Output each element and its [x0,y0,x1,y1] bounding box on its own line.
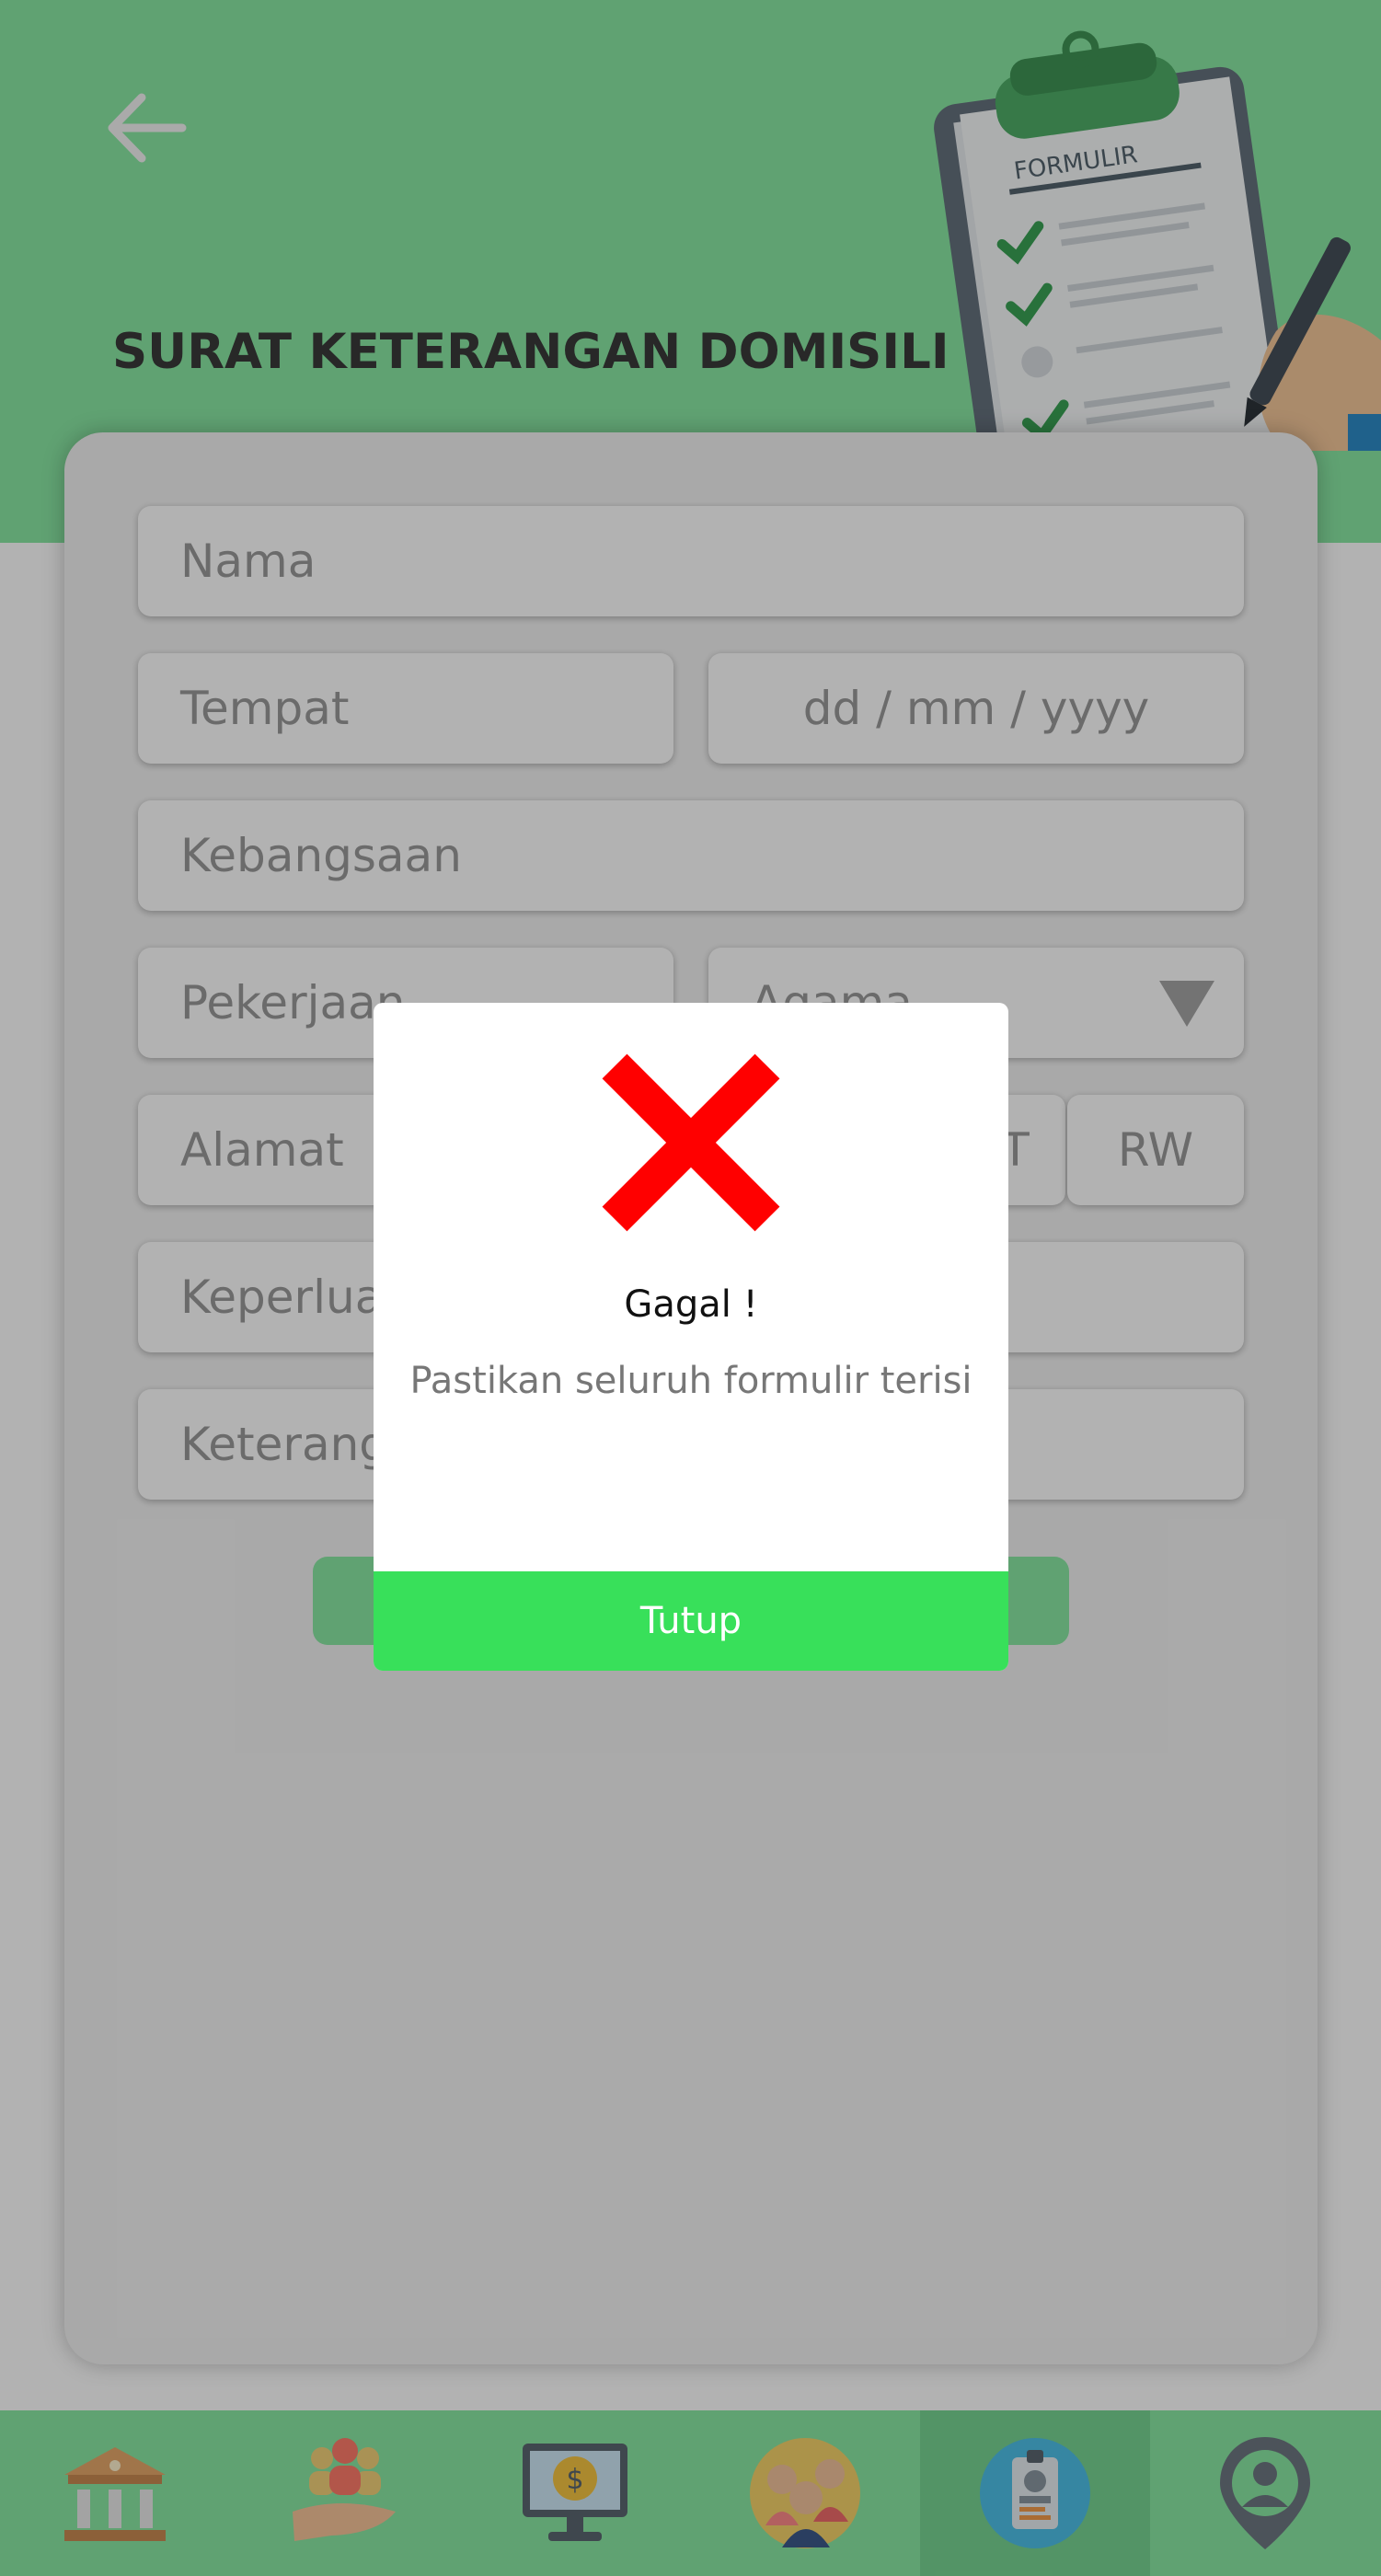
dialog-title: Gagal ! [624,1283,758,1326]
dialog-message: Pastikan seluruh formulir terisi [409,1360,972,1402]
close-dialog-button[interactable]: Tutup [374,1571,1008,1671]
error-x-icon [602,1053,780,1232]
error-dialog: Gagal ! Pastikan seluruh formulir terisi… [374,1003,1008,1671]
